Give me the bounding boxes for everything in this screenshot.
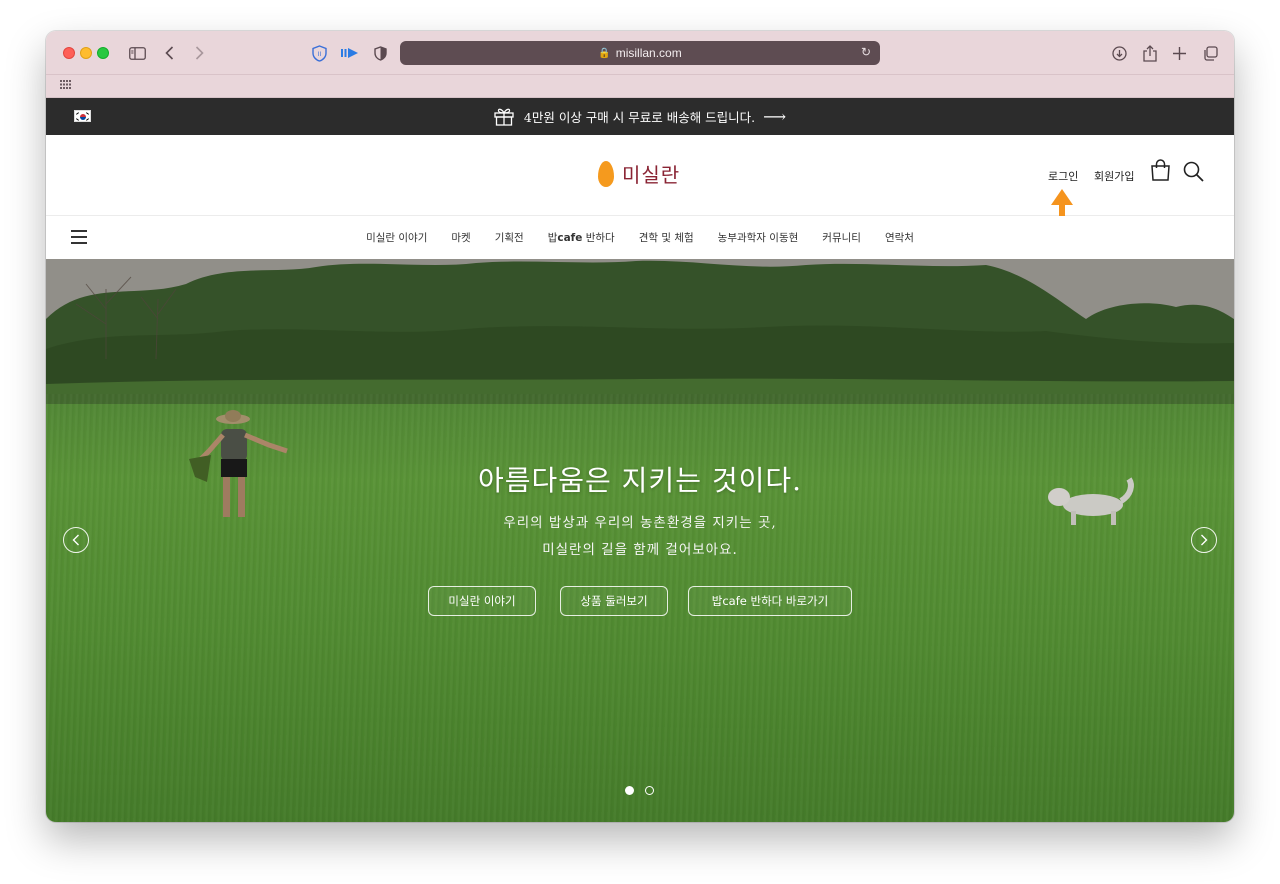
login-link[interactable]: 로그인 [1048,168,1078,184]
nav-item-market[interactable]: 마켓 [451,230,470,245]
reload-icon[interactable]: ↻ [861,45,871,59]
hero-subtitle-line1: 우리의 밥상과 우리의 농촌환경을 지키는 곳, [503,515,777,531]
nav-item-cafe[interactable]: 밥cafe 반하다 [548,230,615,245]
lock-icon: 🔒 [598,47,611,59]
apps-grid-icon[interactable] [60,80,71,92]
rice-grain-icon [598,160,614,187]
close-window-button[interactable] [63,47,75,59]
browser-toolbar: II 🔒 misillan.com ↻ [46,31,1234,75]
korea-flag-icon[interactable] [74,110,91,122]
minimize-window-button[interactable] [80,47,92,59]
sidebar-toggle-icon[interactable] [128,43,146,63]
nav-item-story[interactable]: 미실란 이야기 [366,230,427,245]
chevron-left-icon [72,534,79,546]
signup-link[interactable]: 회원가입 [1094,168,1134,184]
logo-text: 미실란 [622,163,681,187]
nav-item-exhibition[interactable]: 기획전 [495,230,524,245]
hero-subtitle-line2: 미실란의 길을 함께 걸어보아요. [542,542,738,558]
nav-item-tour[interactable]: 견학 및 체험 [639,230,694,245]
svg-text:II: II [317,51,321,58]
browse-products-button[interactable]: 상품 둘러보기 [560,586,668,616]
new-tab-icon[interactable] [1171,43,1187,63]
password-extension-icon[interactable]: II [311,43,327,63]
shopping-bag-icon[interactable] [1150,159,1171,181]
story-button[interactable]: 미실란 이야기 [428,586,536,616]
tab-overview-icon[interactable] [1202,43,1218,63]
slide-dot-2[interactable] [645,786,654,795]
site-logo[interactable]: 미실란 [598,159,680,188]
privacy-shield-icon[interactable] [373,43,387,63]
share-icon[interactable] [1142,43,1158,63]
chevron-right-icon [1201,534,1208,546]
next-slide-button[interactable] [1191,527,1217,553]
hero-title: 아름다움은 지키는 것이다. [477,464,803,497]
back-icon[interactable] [162,43,176,63]
search-icon[interactable] [1183,161,1204,182]
nav-item-farmer-scientist[interactable]: 농부과학자 이동현 [718,230,799,245]
nav-item-community[interactable]: 커뮤니티 [822,230,861,245]
media-extension-icon[interactable] [341,43,359,63]
nav-item-cafe-suffix: 반하다 [582,232,615,244]
address-bar[interactable]: 🔒 misillan.com ↻ [400,41,880,65]
nav-item-cafe-bold: cafe [557,232,583,244]
zoom-window-button[interactable] [97,47,109,59]
prev-slide-button[interactable] [63,527,89,553]
hero-slider: 아름다움은 지키는 것이다. 우리의 밥상과 우리의 농촌환경을 지키는 곳, … [46,259,1234,822]
forward-icon[interactable] [192,43,206,63]
nav-item-cafe-prefix: 밥 [547,232,558,244]
slide-dot-1[interactable] [625,786,634,795]
arrow-right-icon: ⟶ [763,107,787,126]
gift-icon [494,107,514,126]
bookmarks-bar [46,75,1234,98]
promo-banner[interactable]: 4만원 이상 구매 시 무료로 배송해 드립니다. ⟶ [46,98,1234,135]
main-nav: 미실란 이야기 마켓 기획전 밥cafe 반하다 견학 및 체험 농부과학자 이… [46,216,1234,259]
url-text: misillan.com [615,46,682,60]
downloads-icon[interactable] [1111,43,1127,63]
browser-window: II 🔒 misillan.com ↻ 4만원 이상 구매 시 무료로 배송해 … [46,31,1234,822]
promo-text: 4만원 이상 구매 시 무료로 배송해 드립니다. [523,110,756,125]
cafe-shortcut-button[interactable]: 밥cafe 반하다 바로가기 [688,586,852,616]
nav-item-contact[interactable]: 연락처 [885,230,914,245]
